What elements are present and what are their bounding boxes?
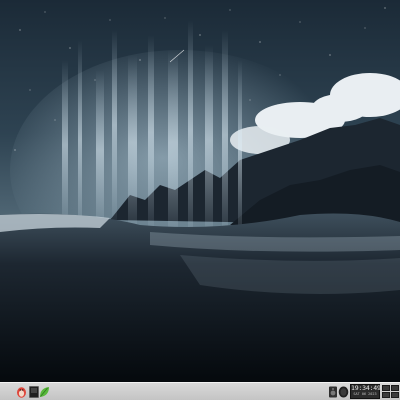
clock-time: 19:34:49: [351, 384, 381, 392]
workspace-2-button[interactable]: [391, 385, 399, 391]
display-button[interactable]: [337, 385, 350, 398]
leaf-icon: [40, 386, 49, 397]
monitor-icon: [338, 386, 349, 397]
wallpaper: [0, 0, 400, 382]
taskbar: 19:34:49 SAT 06 2023: [0, 382, 400, 400]
clock[interactable]: 19:34:49 SAT 06 2023: [350, 384, 381, 399]
workspace-3-button[interactable]: [382, 392, 390, 398]
clock-date: SAT 06 2023: [353, 392, 377, 396]
speaker-icon: [328, 386, 337, 397]
file-manager-launcher[interactable]: [38, 385, 51, 398]
workspace-4-button[interactable]: [391, 392, 399, 398]
workspace-1-button[interactable]: [382, 385, 390, 391]
linux-penguin-icon: [17, 386, 26, 398]
terminal-icon: [28, 385, 39, 398]
desktop[interactable]: [0, 0, 400, 382]
